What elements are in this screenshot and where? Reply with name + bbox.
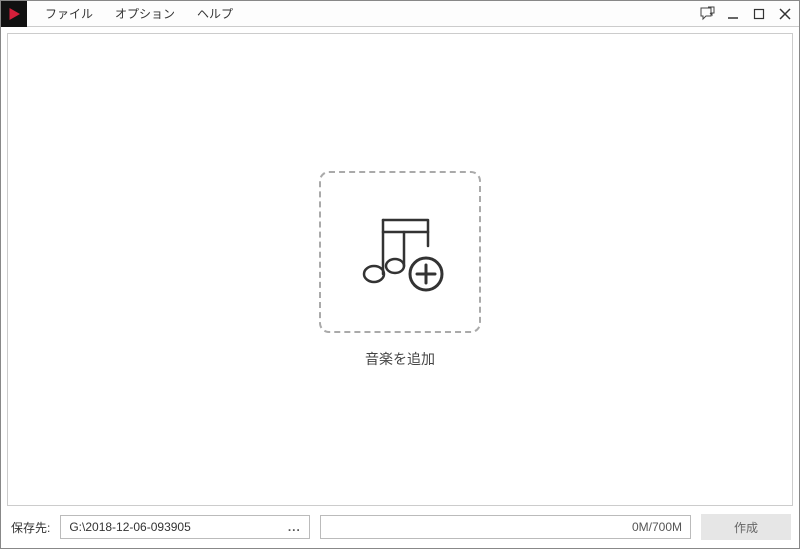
browse-button[interactable]: ... (283, 520, 305, 534)
menu-file[interactable]: ファイル (35, 1, 103, 26)
save-to-label: 保存先: (11, 519, 50, 536)
drop-box (319, 171, 481, 333)
titlebar: ファイル オプション ヘルプ (1, 1, 799, 27)
menu-options[interactable]: オプション (105, 1, 185, 26)
music-plus-icon (350, 202, 450, 302)
create-button[interactable]: 作成 (701, 514, 791, 540)
minimize-button[interactable] (725, 6, 741, 22)
add-music-label: 音楽を追加 (365, 349, 435, 369)
window-controls (699, 6, 793, 22)
capacity-bar: 0M/700M (320, 515, 691, 539)
feedback-icon[interactable] (699, 6, 715, 22)
app-icon (1, 1, 27, 27)
close-button[interactable] (777, 6, 793, 22)
app-window: ファイル オプション ヘルプ (0, 0, 800, 549)
maximize-button[interactable] (751, 6, 767, 22)
add-music-dropzone[interactable]: 音楽を追加 (319, 171, 481, 369)
save-path-text: G:\2018-12-06-093905 (69, 520, 283, 534)
save-path-box: G:\2018-12-06-093905 ... (60, 515, 310, 539)
footer-bar: 保存先: G:\2018-12-06-093905 ... 0M/700M 作成 (1, 512, 799, 548)
menu-bar: ファイル オプション ヘルプ (35, 1, 243, 26)
main-content: 音楽を追加 (7, 33, 793, 506)
menu-help[interactable]: ヘルプ (187, 1, 243, 26)
capacity-text: 0M/700M (632, 520, 682, 534)
